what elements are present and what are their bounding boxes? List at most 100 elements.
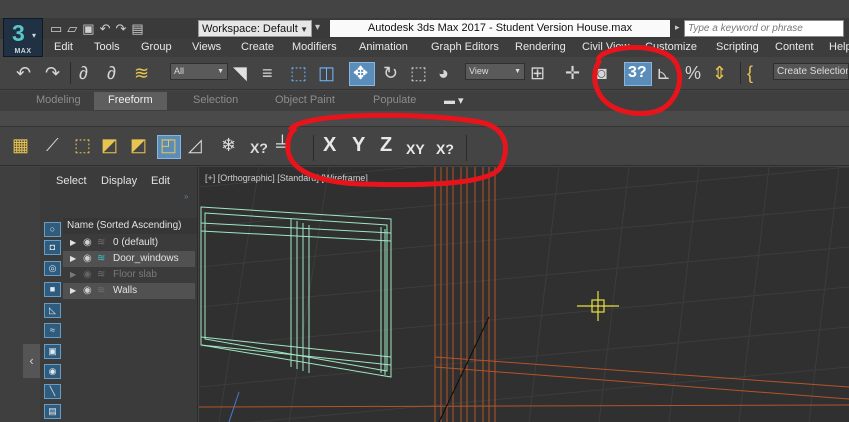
ribbon-options-icon[interactable]: ▬ ▾ (444, 94, 464, 107)
display-lights-icon[interactable]: ◎ (44, 261, 61, 276)
display-helpers-icon[interactable]: ◺ (44, 303, 61, 318)
bind-space-warp-icon[interactable]: ≋ (134, 63, 149, 83)
menu-customize[interactable]: Customize (645, 41, 697, 53)
vertex-snap-icon: ◰ (160, 135, 178, 155)
eye-icon[interactable]: ◉ (83, 251, 92, 267)
tab-object-paint[interactable]: Object Paint (275, 94, 335, 106)
eye-icon[interactable]: ◉ (83, 283, 92, 299)
placement-icon[interactable]: ◕ (438, 63, 449, 83)
face-snap-icon[interactable]: ◿ (188, 135, 202, 155)
layer-row[interactable]: ▶ ◉ ≋ 0 (default) (63, 235, 195, 251)
display-spacewarps-icon[interactable]: ≈ (44, 323, 61, 338)
x-axis-button[interactable]: X (323, 134, 336, 156)
rectangular-selection-icon[interactable]: ⬚ (290, 63, 307, 83)
pivot-icon[interactable]: ⊞ (530, 63, 545, 83)
expand-panel-icon[interactable]: » (184, 192, 188, 201)
save-file-icon[interactable]: ▣ (82, 21, 94, 37)
select-by-name-icon[interactable]: ≡ (262, 63, 273, 83)
menu-civil-view[interactable]: Civil View (582, 41, 629, 53)
display-cameras-icon[interactable]: ■ (44, 282, 61, 297)
menu-views[interactable]: Views (192, 41, 221, 53)
search-input[interactable]: Type a keyword or phrase (684, 20, 844, 37)
project-folder-icon[interactable]: ▤ (131, 21, 143, 37)
new-file-icon[interactable]: ▭ (50, 21, 62, 37)
reference-coordinate-dropdown[interactable]: View ▼ (465, 63, 525, 80)
tab-populate[interactable]: Populate (373, 94, 416, 106)
eye-icon[interactable]: ◉ (83, 235, 92, 251)
redo-quick-icon[interactable]: ↷ (116, 21, 127, 37)
layer-row[interactable]: ▶ ◉ ≋ Floor slab (63, 267, 195, 283)
grid-icon[interactable]: ▦ (12, 135, 29, 155)
menu-content[interactable]: Content (775, 41, 814, 53)
menu-modifiers[interactable]: Modifiers (292, 41, 337, 53)
snaps-use-axis-constraints-button[interactable]: X? (436, 138, 454, 160)
display-xrefs-icon[interactable]: ◉ (44, 364, 61, 379)
link-icon[interactable]: ∂ (79, 63, 88, 83)
scene-tab-display[interactable]: Display (101, 175, 137, 187)
display-groups-icon[interactable]: ▣ (44, 344, 61, 359)
tab-modeling[interactable]: Modeling (36, 94, 81, 106)
open-file-icon[interactable]: ▱ (67, 21, 77, 37)
window-crossing-icon[interactable]: ◫ (318, 63, 335, 83)
axis-snap-icon[interactable]: X? (250, 138, 268, 158)
menu-animation[interactable]: Animation (359, 41, 408, 53)
bounding-box-icon[interactable]: ⬚ (74, 135, 91, 155)
scene-tab-select[interactable]: Select (56, 175, 87, 187)
spinner-snap-icon[interactable]: ⇕ (712, 63, 727, 83)
angle-snap-icon[interactable]: ⊾ (656, 63, 671, 83)
viewport-label[interactable]: [+] [Orthographic] [Standard] [Wireframe… (205, 173, 368, 183)
layer-stack-icon: ≋ (97, 237, 106, 248)
eye-hidden-icon[interactable]: ◉ (83, 267, 92, 283)
expand-triangle-icon[interactable]: ▶ (70, 283, 76, 299)
application-button[interactable]: 3 ▾ MAX (3, 18, 43, 57)
tab-selection[interactable]: Selection (193, 94, 238, 106)
layer-row[interactable]: ▶ ◉ ≋ Door_windows (63, 251, 195, 267)
keyboard-shortcut-icon[interactable]: ◙ (596, 63, 607, 83)
viewport-orthographic[interactable] (199, 167, 849, 422)
expand-triangle-icon[interactable]: ▶ (70, 235, 76, 251)
layer-stack-icon: ≋ (97, 269, 106, 280)
tab-freeform[interactable]: Freeform (94, 92, 167, 110)
tangent-icon[interactable]: ◩ (130, 135, 147, 155)
select-object-icon[interactable]: ◥ (233, 63, 247, 83)
percent-snap-icon[interactable]: % (685, 63, 701, 83)
z-axis-button[interactable]: Z (380, 134, 392, 156)
menu-tools[interactable]: Tools (94, 41, 120, 53)
edit-named-selection-icon[interactable]: { (747, 63, 753, 83)
menu-rendering[interactable]: Rendering (515, 41, 566, 53)
search-expand-icon[interactable]: ▸ (675, 22, 680, 33)
collapse-panel-button[interactable]: ‹ (23, 344, 40, 378)
xy-plane-button[interactable]: XY (406, 138, 425, 160)
select-manipulate-icon[interactable]: ✛ (565, 63, 580, 83)
display-bones-icon[interactable]: ╲ (44, 384, 61, 399)
menu-help[interactable]: Help (829, 41, 849, 53)
menu-graph-editors[interactable]: Graph Editors (431, 41, 499, 53)
display-containers-icon[interactable]: ▤ (44, 404, 61, 419)
unlink-icon[interactable]: ∂ (107, 63, 116, 83)
expand-triangle-icon[interactable]: ▶ (70, 251, 76, 267)
workspace-dropdown[interactable]: Workspace: Default ▼ (198, 20, 312, 37)
menu-edit[interactable]: Edit (54, 41, 73, 53)
menu-group[interactable]: Group (141, 41, 172, 53)
create-selection-set-field[interactable]: Create Selection Se (773, 63, 849, 80)
menu-create[interactable]: Create (241, 41, 274, 53)
y-axis-button[interactable]: Y (352, 134, 365, 156)
undo-quick-icon[interactable]: ↶ (100, 21, 111, 37)
select-objects-filter-icon[interactable]: ○ (44, 222, 61, 237)
layer-list-header[interactable]: Name (Sorted Ascending) (63, 218, 197, 234)
selection-filter-dropdown[interactable]: All ▼ (170, 63, 228, 80)
display-geometry-icon[interactable]: ◘ (44, 240, 61, 255)
menu-scripting[interactable]: Scripting (716, 41, 759, 53)
layer-row[interactable]: ▶ ◉ ≋ Walls (63, 283, 195, 299)
quick-access-customize-icon[interactable]: ▾ (315, 22, 320, 33)
pivot-snap-icon[interactable]: ⟋ (46, 135, 59, 155)
snowflake-icon[interactable]: ❄ (221, 135, 236, 155)
axis-lock-icon[interactable]: ╧ (276, 135, 289, 155)
perpendicular-icon[interactable]: ◩ (101, 135, 118, 155)
scene-tab-edit[interactable]: Edit (151, 175, 170, 187)
expand-triangle-icon[interactable]: ▶ (70, 267, 76, 283)
scale-icon[interactable]: ⬚ (410, 63, 427, 83)
undo-icon[interactable]: ↶ (16, 63, 31, 83)
redo-icon[interactable]: ↷ (45, 63, 60, 83)
rotate-icon[interactable]: ↻ (383, 63, 398, 83)
